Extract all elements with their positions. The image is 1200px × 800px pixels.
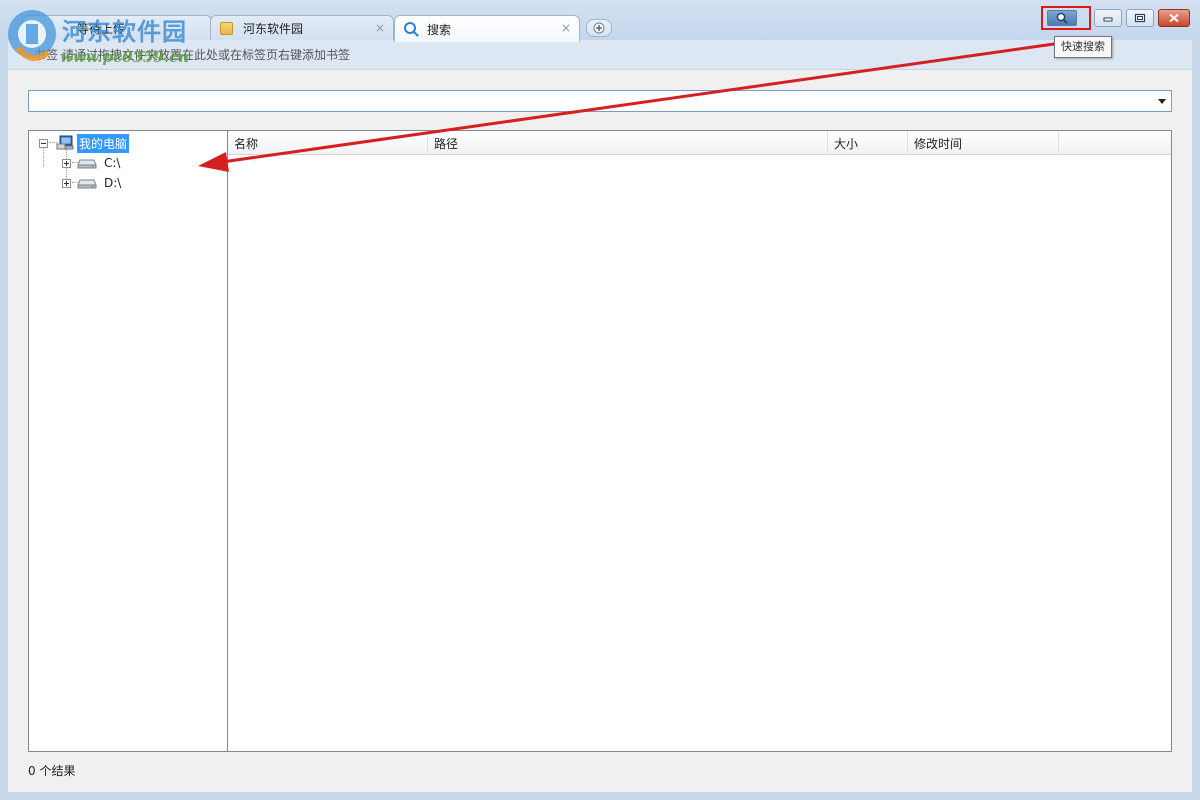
tab-label: 河东软件园 [243, 22, 304, 36]
bookmark-label: 书签 [34, 48, 59, 62]
column-header-name[interactable]: 名称 [228, 131, 428, 155]
chevron-down-icon[interactable] [1158, 99, 1166, 104]
folder-icon [219, 21, 235, 37]
tab-search[interactable]: 搜索 × [394, 15, 580, 42]
expand-icon[interactable] [62, 178, 71, 188]
tab-close-icon[interactable]: × [561, 21, 571, 35]
tab-upload[interactable]: 等待上传 [22, 15, 212, 41]
drive-icon [77, 157, 97, 169]
annotation-highlight-box [1041, 6, 1091, 30]
tree-node-drive-d[interactable]: D:\ [62, 174, 123, 192]
tree-node-drive-c[interactable]: C:\ [62, 154, 122, 172]
tree-node-label[interactable]: 我的电脑 [77, 133, 130, 153]
bookmark-bar: 书签 请通过拖拽文件夹放置在此处或在标签页右键添加书签 [8, 40, 1192, 70]
expand-icon[interactable] [62, 158, 71, 168]
search-icon [403, 21, 419, 37]
search-input[interactable] [29, 91, 1149, 111]
results-header: 名称 路径 大小 修改时间 [228, 131, 1171, 155]
minimize-button[interactable] [1094, 9, 1122, 27]
results-list[interactable]: 名称 路径 大小 修改时间 [227, 130, 1172, 752]
minimize-icon [1103, 17, 1113, 22]
tab-label: 等待上传 [77, 22, 126, 36]
maximize-icon [1134, 13, 1146, 23]
plus-icon [593, 22, 605, 34]
close-window-button[interactable] [1158, 9, 1190, 27]
folder-tree[interactable]: 我的电脑 C:\ D:\ [28, 130, 228, 752]
upload-icon [31, 21, 47, 37]
main-panel: 我的电脑 C:\ D:\ 名称 路径 大小 修改时间 0 个结果 [8, 70, 1192, 792]
computer-icon [56, 135, 74, 151]
result-count-status: 0 个结果 [28, 764, 76, 778]
title-bar: 等待上传 河东软件园 × 搜索 × 快速搜索 [0, 0, 1200, 58]
tab-close-icon[interactable]: × [375, 21, 385, 35]
tab-hedong[interactable]: 河东软件园 × [210, 15, 394, 41]
column-header-size[interactable]: 大小 [828, 131, 908, 155]
tree-node-label[interactable]: D:\ [102, 175, 123, 191]
quick-search-tooltip: 快速搜索 [1054, 36, 1112, 58]
tab-label: 搜索 [427, 22, 452, 37]
column-header-path[interactable]: 路径 [428, 131, 828, 155]
bookmark-hint: 请通过拖拽文件夹放置在此处或在标签页右键添加书签 [62, 48, 351, 62]
tree-node-my-computer[interactable]: 我的电脑 [39, 133, 130, 153]
tree-node-label[interactable]: C:\ [102, 155, 122, 171]
maximize-button[interactable] [1126, 9, 1154, 27]
column-header-modified[interactable]: 修改时间 [908, 131, 1059, 155]
drive-icon [77, 177, 97, 189]
collapse-icon[interactable] [39, 138, 48, 148]
new-tab-button[interactable] [586, 19, 612, 37]
close-icon [1169, 13, 1179, 23]
search-combobox[interactable] [28, 90, 1172, 112]
